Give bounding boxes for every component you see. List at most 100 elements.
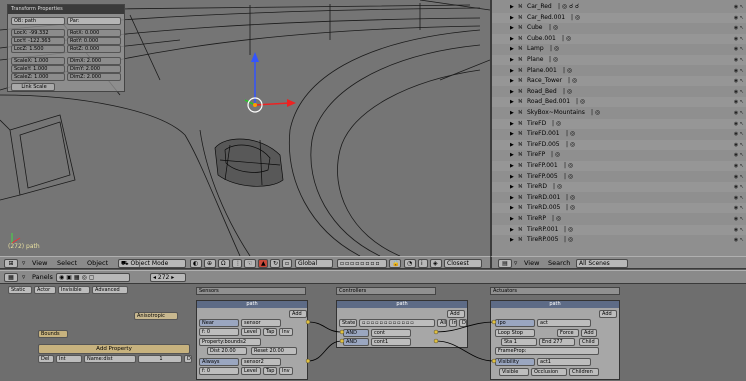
visibility-icon[interactable]: ◉ ↖ [734, 23, 744, 33]
visibility-icon[interactable]: ◉ ↖ [734, 97, 744, 107]
expand-triangle-icon[interactable]: ▶ [510, 2, 514, 12]
rotz-field[interactable]: RotZ: 0.000 [67, 45, 121, 53]
visibility-icon[interactable]: ◉ ↖ [734, 150, 744, 160]
outliner-item[interactable]: ▶ ⛕ Cube.001 | ◎ ◉ ↖ [492, 33, 746, 44]
outliner-item[interactable]: ▶ ⛕ TireFP.001 | ◎ ◉ ↖ [492, 161, 746, 171]
expand-triangle-icon[interactable]: ▶ [510, 203, 514, 213]
outliner-item[interactable]: ▶ ⛕ TireFD | ◎ ◉ ↖ [492, 118, 746, 129]
outliner-item[interactable]: ▶ ⛕ TireFP.005 | ◎ ◉ ↖ [492, 172, 746, 182]
visibility-icon[interactable]: ◉ ↖ [734, 76, 744, 86]
visibility-icon[interactable]: ◉ ↖ [734, 129, 744, 139]
expand-triangle-icon[interactable]: ▶ [510, 97, 514, 107]
expand-triangle-icon[interactable]: ▶ [510, 140, 514, 150]
outliner-item[interactable]: ▶ ⛕ Road_Bed.001 | ◎ ◉ ↖ [492, 97, 746, 108]
info-icon[interactable]: i [418, 259, 428, 268]
translate-icon[interactable]: ▲ [258, 259, 268, 268]
locz-field[interactable]: LocZ: 1.500 [11, 45, 65, 53]
outliner-item[interactable]: ▶ ⛕ Plane | ◎ ◉ ↖ [492, 55, 746, 65]
visibility-icon[interactable]: ◉ ↖ [734, 203, 744, 213]
outliner-menu-search[interactable]: Search [548, 259, 570, 268]
outliner-item[interactable]: ▶ ⛕ SkyBox~Mountains | ◎ ◉ ↖ [492, 108, 746, 118]
visibility-icon[interactable]: ◉ ↖ [734, 119, 744, 129]
outliner-item[interactable]: ▶ ⛕ Car_Red | ◎ ☌ ☌ ◉ ↖ [492, 2, 746, 12]
expand-triangle-icon[interactable]: ▶ [510, 129, 514, 139]
expand-triangle-icon[interactable]: ▶ [510, 225, 514, 235]
editor-type-icon[interactable]: ⊞ [4, 259, 18, 268]
scene-filter-select[interactable]: All Scenes [576, 259, 628, 268]
outliner-item[interactable]: ▶ ⛕ Plane.001 | ◎ ◉ ↖ [492, 66, 746, 76]
outliner-item[interactable]: ▶ ⛕ TireRP.005 | ◎ ◉ ↖ [492, 235, 746, 245]
menu-view[interactable]: View [32, 259, 47, 268]
visibility-icon[interactable]: ◉ ↖ [734, 34, 744, 44]
expand-triangle-icon[interactable]: ▶ [510, 76, 514, 86]
outliner-item[interactable]: ▶ ⛕ TireFD.005 | ◎ ◉ ↖ [492, 139, 746, 150]
visibility-icon[interactable]: ◉ ↖ [734, 161, 744, 171]
snap-mode-select[interactable]: Closest [444, 259, 482, 268]
expand-triangle-icon[interactable]: ▶ [510, 235, 514, 245]
buttons-context-icons[interactable]: ◉▣▦◎▢ [56, 273, 130, 282]
locy-field[interactable]: LocY: -122.363 [11, 37, 65, 45]
object-name-field[interactable]: OB: path [11, 17, 65, 25]
3d-viewport[interactable]: Transform Properties OB: path Par: LocX:… [0, 0, 490, 256]
mode-select[interactable]: ⛟ Object Mode [118, 259, 186, 268]
visibility-icon[interactable]: ◉ ↖ [734, 225, 744, 235]
render-icon[interactable]: ◔ [404, 259, 416, 268]
outliner-item[interactable]: ▶ ⛕ Lamp | ◎ ◉ ↖ [492, 44, 746, 54]
expand-triangle-icon[interactable]: ▶ [510, 55, 514, 65]
visibility-icon[interactable]: ◉ ↖ [734, 182, 744, 192]
menu-select[interactable]: Select [57, 259, 77, 268]
rotate-icon[interactable]: ↻ [270, 259, 280, 268]
grid-icon[interactable]: ⋮ [232, 259, 242, 268]
visibility-icon[interactable]: ◉ ↖ [734, 66, 744, 76]
scaley-field[interactable]: ScaleY: 1.000 [11, 65, 65, 73]
visibility-icon[interactable]: ◉ ↖ [734, 172, 744, 182]
orientation-select[interactable]: Global [295, 259, 333, 268]
dimx-field[interactable]: DimX: 2.000 [67, 57, 121, 65]
pivot-icon[interactable]: ⊕ [204, 259, 216, 268]
dimz-field[interactable]: DimZ: 2.000 [67, 73, 121, 81]
expand-triangle-icon[interactable]: ▶ [510, 119, 514, 129]
visibility-icon[interactable]: ◉ ↖ [734, 44, 744, 54]
expand-triangle-icon[interactable]: ▶ [510, 13, 514, 23]
visibility-icon[interactable]: ◉ ↖ [734, 108, 744, 118]
outliner-item[interactable]: ▶ ⛕ Cube | ◎ ◉ ↖ [492, 23, 746, 33]
hand-icon[interactable]: ☜ [244, 259, 256, 268]
outliner-panel[interactable]: ▶ ⛕ Car_Red | ◎ ☌ ☌ ◉ ↖ ▶ ⛕ Car_Red.001 | ◎ ◉ ↖ ▶ ⛕… [490, 0, 746, 256]
outliner-item[interactable]: ▶ ⛕ TireRP | ◎ ◉ ↖ [492, 214, 746, 224]
outliner-item[interactable]: ▶ ⛕ TireFP | ◎ ◉ ↖ [492, 150, 746, 160]
outliner-item[interactable]: ▶ ⛕ Race_Tower | ◎ ◉ ↖ [492, 76, 746, 87]
link-scale-button[interactable]: Link Scale [11, 83, 55, 91]
visibility-icon[interactable]: ◉ ↖ [734, 214, 744, 224]
outliner-item[interactable]: ▶ ⛕ Car_Red.001 | ◎ ◉ ↖ [492, 12, 746, 23]
manipulator-toggle-icon[interactable]: Ω [218, 259, 230, 268]
roty-field[interactable]: RotY: 0.000 [67, 37, 121, 45]
visibility-icon[interactable]: ◉ ↖ [734, 235, 744, 245]
outliner-item[interactable]: ▶ ⛕ TireRD.005 | ◎ ◉ ↖ [492, 203, 746, 214]
rotx-field[interactable]: RotX: 0.000 [67, 29, 121, 37]
snap-icon[interactable]: ◈ [430, 259, 442, 268]
visibility-icon[interactable]: ◉ ↖ [734, 13, 744, 23]
expand-triangle-icon[interactable]: ▶ [510, 44, 514, 54]
visibility-icon[interactable]: ◉ ↖ [734, 87, 744, 97]
expand-triangle-icon[interactable]: ▶ [510, 87, 514, 97]
frame-field[interactable]: ◂ 272 ▸ [150, 273, 186, 282]
visibility-icon[interactable]: ◉ ↖ [734, 55, 744, 65]
visibility-icon[interactable]: ◉ ↖ [734, 2, 744, 12]
scalez-field[interactable]: ScaleZ: 1.000 [11, 73, 65, 81]
expand-triangle-icon[interactable]: ▶ [510, 150, 514, 160]
outliner-editor-type-icon[interactable]: ▤ [498, 259, 512, 268]
lock-icon[interactable]: 🔒 [389, 259, 401, 268]
outliner-item[interactable]: ▶ ⛕ TireRD.001 | ◎ ◉ ↖ [492, 193, 746, 203]
expand-triangle-icon[interactable]: ▶ [510, 23, 514, 33]
outliner-collapse-icon[interactable]: ▿ [514, 259, 517, 268]
scalex-field[interactable]: ScaleX: 1.000 [11, 57, 65, 65]
layer-buttons[interactable]: ▫▫▫▫▫▫▫▫ [337, 259, 387, 268]
outliner-item[interactable]: ▶ ⛕ TireRD | ◎ ◉ ↖ [492, 182, 746, 193]
outliner-item[interactable]: ▶ ⛕ TireFD.001 | ◎ ◉ ↖ [492, 129, 746, 139]
visibility-icon[interactable]: ◉ ↖ [734, 140, 744, 150]
expand-triangle-icon[interactable]: ▶ [510, 108, 514, 118]
expand-triangle-icon[interactable]: ▶ [510, 34, 514, 44]
outliner-item[interactable]: ▶ ⛕ Road_Bed | ◎ ◉ ↖ [492, 87, 746, 97]
logic-editor-type-icon[interactable]: ▦ [4, 273, 18, 282]
parent-field[interactable]: Par: [67, 17, 121, 25]
